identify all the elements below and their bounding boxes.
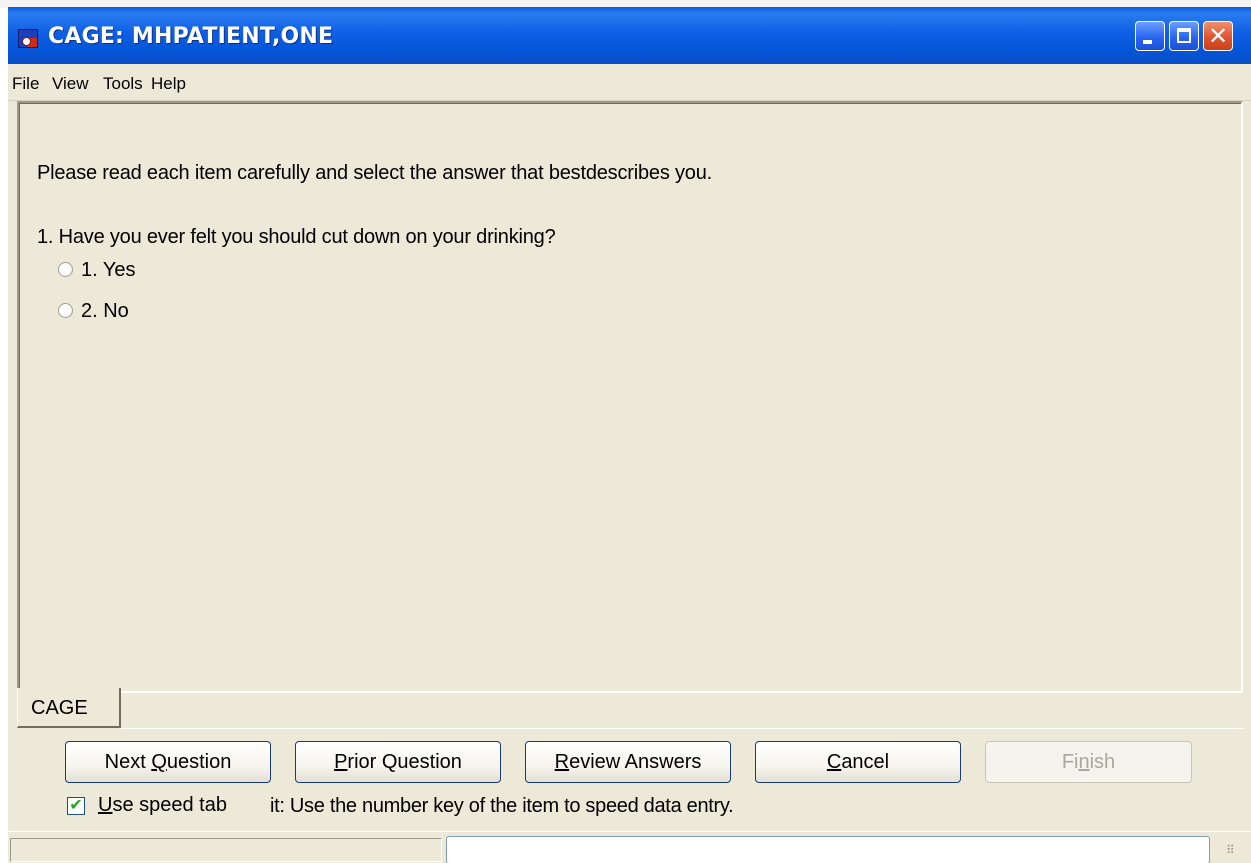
finish-button[interactable]: Finish	[985, 741, 1192, 783]
speed-tab-checkbox[interactable]: ✔	[67, 795, 85, 815]
speed-tab-hint: it: Use the number key of the item to sp…	[270, 795, 734, 817]
review-answers-label-post: eview Answers	[569, 751, 702, 773]
cancel-label-post: ancel	[841, 751, 890, 773]
title-bar[interactable]: CAGE: MHPATIENT,ONE ✕	[8, 7, 1251, 64]
checkmark-icon: ✔	[69, 795, 83, 814]
option-yes-label[interactable]: 1. Yes	[81, 259, 136, 282]
question-text: 1. Have you ever felt you should cut dow…	[37, 226, 556, 248]
app-icon	[18, 29, 38, 48]
close-icon: ✕	[1207, 22, 1229, 50]
cancel-button[interactable]: Cancel	[755, 741, 961, 783]
speed-tab-label[interactable]: Use speed tab	[98, 794, 227, 817]
menu-view[interactable]: View	[52, 74, 89, 94]
radio-no[interactable]	[58, 303, 73, 318]
question-panel: Please read each item carefully and sele…	[17, 101, 1243, 693]
next-question-label-pre: Next	[104, 751, 152, 773]
minimize-button[interactable]	[1135, 21, 1165, 51]
finish-label-accel: n	[1078, 751, 1090, 773]
status-panel-left	[10, 838, 442, 862]
maximize-button[interactable]	[1169, 21, 1199, 51]
minimize-icon	[1143, 40, 1152, 44]
window-title: CAGE: MHPATIENT,ONE	[48, 24, 334, 49]
menu-tools[interactable]: Tools	[103, 74, 143, 94]
review-answers-label-accel: R	[554, 751, 570, 773]
main-window: CAGE: MHPATIENT,ONE ✕ File View Tools He…	[8, 7, 1251, 863]
menu-file[interactable]: File	[12, 74, 39, 94]
resize-grip-icon[interactable]: ⠿	[1226, 840, 1246, 860]
app-icon-dot	[22, 37, 31, 46]
status-panel-right	[446, 836, 1210, 863]
review-answers-button[interactable]: Review Answers	[525, 741, 731, 783]
radio-yes[interactable]	[58, 262, 73, 277]
prior-question-button[interactable]: Prior Question	[295, 741, 501, 783]
maximize-icon	[1177, 28, 1191, 43]
tab-cage-label[interactable]: CAGE	[31, 697, 88, 720]
speed-tab-label-accel: U	[98, 794, 113, 816]
finish-label-pre: Fi	[1061, 751, 1079, 773]
next-question-button[interactable]: Next Question	[65, 741, 271, 783]
next-question-label-post: uestion	[166, 751, 232, 773]
speed-tab-label-rest: se speed tab	[112, 794, 227, 816]
option-no-label[interactable]: 2. No	[81, 300, 129, 323]
prior-question-label-accel: P	[334, 751, 348, 773]
menu-help[interactable]: Help	[151, 74, 186, 94]
prior-question-label-post: rior Question	[347, 751, 462, 773]
cancel-label-accel: C	[826, 751, 842, 773]
finish-label-post: ish	[1089, 751, 1116, 773]
instructions-text: Please read each item carefully and sele…	[37, 162, 712, 184]
menu-bar: File View Tools Help	[8, 64, 1251, 101]
close-button[interactable]: ✕	[1203, 21, 1233, 51]
tab-cage[interactable]: CAGE	[17, 688, 121, 728]
next-question-label-accel: Q	[151, 751, 167, 773]
status-bar: ⠿	[8, 831, 1251, 863]
question-panel-inner: Please read each item carefully and sele…	[19, 103, 1241, 691]
tab-strip-line	[121, 728, 1243, 729]
